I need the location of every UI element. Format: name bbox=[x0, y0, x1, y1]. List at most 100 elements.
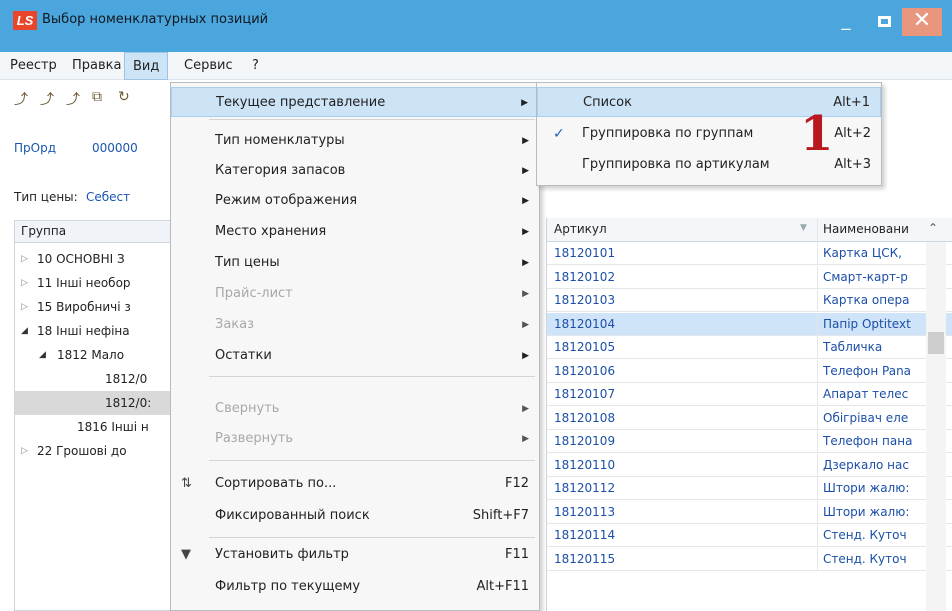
tree-row[interactable]: 1812/0 bbox=[15, 367, 174, 391]
menu-item-balances[interactable]: Остатки ▶ bbox=[171, 341, 539, 371]
menu-item-order[interactable]: Заказ ▶ bbox=[171, 310, 539, 340]
table-row[interactable]: 18120113 Штори жалю: bbox=[547, 500, 952, 524]
submenu-arrow-icon: ▶ bbox=[522, 258, 529, 268]
maximize-button[interactable] bbox=[870, 8, 898, 36]
minimize-button[interactable]: _ bbox=[832, 8, 860, 36]
tree-row[interactable]: ▷ 11 Інші необор bbox=[15, 271, 174, 295]
name-cell: Обігрівач еле bbox=[823, 410, 909, 425]
expand-arrow-icon[interactable]: ▷ bbox=[21, 247, 28, 271]
menu-item-price-list[interactable]: Прайс-лист ▶ bbox=[171, 279, 539, 309]
add-item-icon[interactable]: ⤴ bbox=[14, 89, 28, 109]
name-cell: Смарт-карт-р bbox=[823, 269, 908, 284]
submenu-arrow-icon: ▶ bbox=[522, 136, 529, 146]
article-cell: 18120105 bbox=[554, 340, 616, 354]
menu-help[interactable]: ? bbox=[252, 58, 259, 73]
article-cell: 18120113 bbox=[554, 504, 616, 519]
tree-row[interactable]: ◢ 1812 Мало bbox=[15, 343, 174, 367]
table-row[interactable]: 18120101 Картка ЦСК, bbox=[547, 242, 952, 265]
tree-row[interactable]: ▷ 22 Грошові до bbox=[15, 439, 174, 463]
menu-item-price-type[interactable]: Тип цены ▶ bbox=[171, 248, 539, 278]
sort-desc-icon[interactable]: ▼ bbox=[800, 223, 807, 233]
menu-view[interactable]: Вид bbox=[124, 52, 169, 80]
table-row[interactable]: 18120112 Штори жалю: bbox=[547, 477, 952, 500]
article-cell: 18120103 bbox=[554, 293, 616, 307]
group-column-header[interactable]: Группа bbox=[15, 221, 174, 243]
menu-item-nomenclature-type[interactable]: Тип номенклатуры ▶ bbox=[171, 126, 539, 156]
table-row[interactable]: 18120110 Дзеркало нас bbox=[547, 453, 952, 477]
add-copy-icon[interactable]: ⤴ bbox=[66, 89, 80, 109]
toolbar: ⤴ ⤴ ⤴ ⧉ ↻ bbox=[0, 80, 170, 112]
tree-row[interactable]: 1816 Інші н bbox=[15, 415, 174, 439]
name-cell: Стенд. Куточ bbox=[823, 528, 907, 542]
name-cell: Папір Optitext bbox=[823, 316, 911, 331]
table-row[interactable]: 18120115 Стенд. Куточ bbox=[547, 547, 952, 571]
table-row[interactable]: 18120107 Апарат телес bbox=[547, 383, 952, 406]
scroll-up-icon[interactable]: ⌃ bbox=[928, 221, 938, 235]
expand-arrow-icon[interactable]: ▷ bbox=[21, 439, 28, 463]
name-cell: Картка ЦСК, bbox=[823, 246, 902, 260]
check-icon: ✓ bbox=[553, 126, 565, 142]
table-row[interactable]: 18120108 Обігрівач еле bbox=[547, 406, 952, 430]
vertical-scrollbar[interactable] bbox=[926, 242, 946, 611]
scrollbar-thumb[interactable] bbox=[928, 332, 944, 354]
article-cell: 18120115 bbox=[554, 551, 616, 566]
collapse-arrow-icon[interactable]: ◢ bbox=[39, 343, 46, 367]
column-header-name[interactable]: Наименовани bbox=[823, 222, 926, 236]
submenu-arrow-icon: ▶ bbox=[522, 166, 529, 176]
menu-item-current-view[interactable]: Текущее представление ▶ bbox=[171, 87, 539, 117]
collapse-arrow-icon[interactable]: ◢ bbox=[21, 319, 28, 343]
article-cell: 18120109 bbox=[554, 434, 616, 448]
tree-row[interactable]: ◢ 18 Інші нефіна bbox=[15, 319, 174, 343]
menu-registry[interactable]: Реестр bbox=[10, 58, 57, 73]
menu-item-set-filter[interactable]: ▼ Установить фильтр F11 bbox=[171, 540, 539, 570]
submenu-arrow-icon: ▶ bbox=[521, 98, 528, 108]
filter-icon: ▼ bbox=[181, 547, 191, 562]
menu-item-fixed-search[interactable]: Фиксированный поиск Shift+F7 bbox=[171, 501, 539, 531]
column-header-article[interactable]: Артикул bbox=[554, 222, 607, 236]
org-label[interactable]: ПрОрд bbox=[14, 141, 56, 155]
menu-item-expand[interactable]: Развернуть ▶ bbox=[171, 424, 539, 454]
article-cell: 18120101 bbox=[554, 246, 616, 260]
name-cell: Телефон Pana bbox=[823, 363, 912, 378]
add-group-icon[interactable]: ⤴ bbox=[40, 89, 54, 109]
menu-item-storage-place[interactable]: Место хранения ▶ bbox=[171, 217, 539, 247]
table-row[interactable]: 18120109 Телефон пана bbox=[547, 430, 952, 453]
expand-arrow-icon[interactable]: ▷ bbox=[21, 271, 28, 295]
view-menu: Текущее представление ▶ Тип номенклатуры… bbox=[170, 82, 540, 611]
name-cell: Апарат телес bbox=[823, 387, 909, 401]
submenu-arrow-icon: ▶ bbox=[522, 351, 529, 361]
menu-item-stock-category[interactable]: Категория запасов ▶ bbox=[171, 156, 539, 186]
org-code[interactable]: 000000 bbox=[92, 141, 172, 155]
table-row[interactable]: 18120103 Картка опера bbox=[547, 289, 952, 312]
menu-service[interactable]: Сервис bbox=[184, 58, 233, 73]
menu-item-collapse[interactable]: Свернуть ▶ bbox=[171, 394, 539, 424]
table-row[interactable]: 18120102 Смарт-карт-р bbox=[547, 265, 952, 289]
refresh-icon[interactable]: ↻ bbox=[118, 89, 130, 105]
tree-row[interactable]: ▷ 10 ОСНОВНІ З bbox=[15, 247, 174, 271]
table-row[interactable]: 18120106 Телефон Pana bbox=[547, 359, 952, 383]
menu-edit[interactable]: Правка bbox=[72, 58, 121, 73]
price-type-value[interactable]: Себест bbox=[86, 190, 172, 204]
table-row[interactable]: 18120105 Табличка bbox=[547, 336, 952, 359]
table-row[interactable]: 18120114 Стенд. Куточ bbox=[547, 524, 952, 547]
name-cell: Табличка bbox=[823, 340, 883, 354]
name-cell: Картка опера bbox=[823, 293, 910, 307]
menu-bar: Реестр Правка Вид Сервис ? bbox=[0, 52, 952, 80]
article-cell: 18120102 bbox=[554, 269, 616, 284]
submenu-arrow-icon: ▶ bbox=[522, 320, 529, 330]
menu-item-display-mode[interactable]: Режим отображения ▶ bbox=[171, 186, 539, 216]
sort-az-icon: ⇅ bbox=[181, 476, 192, 491]
menu-item-filter-current[interactable]: Фильтр по текущему Alt+F11 bbox=[171, 572, 539, 602]
copy-icon[interactable]: ⧉ bbox=[92, 89, 102, 105]
table-row[interactable]: 18120104 Папір Optitext bbox=[547, 312, 952, 336]
expand-arrow-icon[interactable]: ▷ bbox=[21, 295, 28, 319]
name-cell: Штори жалю: bbox=[823, 504, 910, 519]
menu-item-sort-by[interactable]: ⇅ Сортировать по... F12 bbox=[171, 469, 539, 499]
tree-row[interactable]: 1812/0: bbox=[15, 391, 174, 415]
article-cell: 18120106 bbox=[554, 363, 616, 378]
close-button[interactable]: ✕ bbox=[902, 8, 942, 36]
title-bar: LS Выбор номенклатурных позиций _ ✕ bbox=[0, 0, 952, 52]
tree-row[interactable]: ▷ 15 Виробничі з bbox=[15, 295, 174, 319]
items-grid: Артикул ▼ Наименовани ⌃ 18120101 Картка Ц… bbox=[546, 218, 952, 611]
article-cell: 18120108 bbox=[554, 410, 616, 425]
